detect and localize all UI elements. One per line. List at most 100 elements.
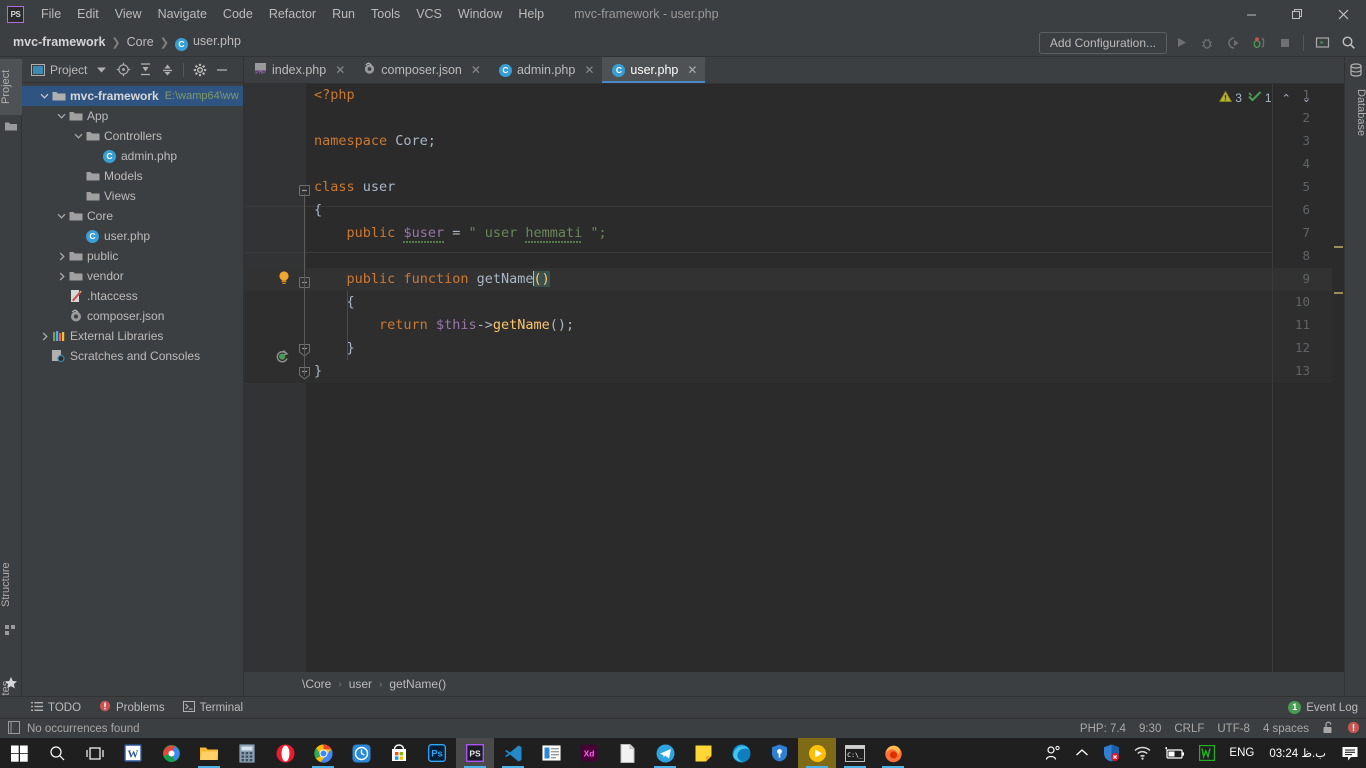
menu-edit[interactable]: Edit	[69, 4, 107, 24]
tool-button-todo[interactable]: TODO	[22, 697, 90, 719]
run-with-coverage-icon[interactable]	[1221, 31, 1245, 55]
menu-run[interactable]: Run	[324, 4, 363, 24]
calculator-icon[interactable]	[228, 738, 266, 768]
code-line-6[interactable]: {	[306, 199, 1344, 222]
restore-icon[interactable]	[1274, 0, 1320, 28]
intention-bulb-icon[interactable]	[277, 270, 291, 284]
people-icon[interactable]	[1038, 738, 1068, 768]
notifications-icon[interactable]	[1334, 738, 1366, 768]
vscode-icon[interactable]	[494, 738, 532, 768]
photoshop-icon[interactable]: Ps	[418, 738, 456, 768]
document-icon[interactable]	[608, 738, 646, 768]
sticky-notes-icon[interactable]	[684, 738, 722, 768]
taskbar-clock[interactable]: 03:24 ب.ظ	[1261, 746, 1334, 760]
profile-icon[interactable]	[1247, 31, 1271, 55]
menu-navigate[interactable]: Navigate	[150, 4, 215, 24]
run-icon[interactable]	[1169, 31, 1193, 55]
chevron-down-icon[interactable]	[55, 210, 68, 223]
gear-icon[interactable]	[190, 60, 210, 80]
menu-window[interactable]: Window	[450, 4, 510, 24]
chevron-right-icon[interactable]	[38, 330, 51, 343]
code-line-4[interactable]	[306, 153, 1344, 176]
expand-all-icon[interactable]	[135, 60, 155, 80]
word-icon[interactable]: W	[114, 738, 152, 768]
task-view-icon[interactable]	[76, 738, 114, 768]
tree-item-app[interactable]: App	[22, 106, 243, 126]
tree-item-controllers[interactable]: Controllers	[22, 126, 243, 146]
close-icon[interactable]	[1320, 0, 1366, 28]
code-line-11[interactable]: return $this->getName();	[306, 314, 1344, 337]
menu-vcs[interactable]: VCS	[408, 4, 450, 24]
tree-item-admin-php[interactable]: C admin.php	[22, 146, 243, 166]
status-indent[interactable]: 4 spaces	[1263, 723, 1309, 735]
code-line-10[interactable]: {	[306, 291, 1344, 314]
status-line-separator[interactable]: CRLF	[1174, 723, 1204, 735]
collapse-all-icon[interactable]	[157, 60, 177, 80]
tree-item-mvc-framework[interactable]: mvc-framework E:\wamp64\ww	[22, 86, 243, 106]
phpstorm-icon[interactable]: PS	[456, 738, 494, 768]
menu-tools[interactable]: Tools	[363, 4, 408, 24]
event-log-button[interactable]: 1 Event Log	[1288, 701, 1358, 714]
command-prompt-icon[interactable]: C:\_	[836, 738, 874, 768]
tree-item-scratches-and-consoles[interactable]: Scratches and Consoles	[22, 346, 243, 366]
editor-gutter[interactable]	[244, 84, 306, 696]
chevron-down-icon[interactable]	[38, 90, 51, 103]
breadcrumb-file[interactable]: Cuser.php	[172, 32, 244, 53]
tree-item-htaccess[interactable]: .htaccess	[22, 286, 243, 306]
tree-item-external-libraries[interactable]: External Libraries	[22, 326, 243, 346]
file-explorer-icon[interactable]	[190, 738, 228, 768]
firefox-icon[interactable]	[874, 738, 912, 768]
code-line-7[interactable]: public $user = " user hemmati ";	[306, 222, 1344, 245]
show-hidden-icons-icon[interactable]	[1068, 738, 1096, 768]
close-icon[interactable]: ✕	[471, 63, 481, 77]
chrome-icon[interactable]	[304, 738, 342, 768]
close-icon[interactable]: ✕	[335, 63, 345, 77]
adobe-xd-icon[interactable]: Xd	[570, 738, 608, 768]
battery-icon[interactable]	[1158, 738, 1192, 768]
tree-item-user-php[interactable]: C user.php	[22, 226, 243, 246]
breadcrumb-class[interactable]: user	[349, 677, 372, 691]
tree-item-models[interactable]: Models	[22, 166, 243, 186]
tree-item-composer-json[interactable]: composer.json	[22, 306, 243, 326]
status-encoding[interactable]: UTF-8	[1217, 723, 1250, 735]
tool-button-terminal[interactable]: Terminal	[174, 697, 252, 719]
notes-app-icon[interactable]	[532, 738, 570, 768]
chevron-down-icon[interactable]	[55, 110, 68, 123]
internet-download-manager-icon[interactable]	[152, 738, 190, 768]
clock-app-icon[interactable]	[342, 738, 380, 768]
editor-tab-index-php[interactable]: PHP index.php ✕	[244, 57, 353, 83]
status-php-version[interactable]: PHP: 7.4	[1080, 723, 1126, 735]
breadcrumb-project[interactable]: mvc-framework	[10, 33, 108, 51]
search-everywhere-icon[interactable]	[1336, 31, 1360, 55]
close-icon[interactable]: ✕	[584, 63, 594, 77]
chevron-right-icon[interactable]	[55, 270, 68, 283]
stop-icon[interactable]	[1273, 31, 1297, 55]
chevron-right-icon[interactable]	[55, 250, 68, 263]
code-line-1[interactable]: <?php	[306, 84, 1344, 107]
editor-tab-user-php[interactable]: C user.php ✕	[602, 57, 706, 83]
breadcrumb-core[interactable]: Core	[124, 33, 157, 51]
terminal-icon[interactable]	[1310, 31, 1334, 55]
code-line-2[interactable]	[306, 107, 1344, 130]
windows-security-icon[interactable]	[1096, 738, 1127, 768]
scrollbar-warning-marker[interactable]	[1334, 292, 1343, 294]
project-panel-title[interactable]: Project	[50, 63, 87, 77]
code-line-5[interactable]: class user	[306, 176, 1344, 199]
minimize-icon[interactable]	[1228, 0, 1274, 28]
editor-tab-admin-php[interactable]: C admin.php ✕	[489, 57, 602, 83]
language-indicator[interactable]: ENG	[1222, 738, 1261, 768]
code-editor[interactable]: 1 2 3 4 5 6 7 8 9 10 11 12 13 <?php name…	[244, 84, 1344, 696]
tree-item-public[interactable]: public	[22, 246, 243, 266]
opera-icon[interactable]	[266, 738, 304, 768]
code-line-8[interactable]	[306, 245, 1344, 268]
tool-button-problems[interactable]: Problems	[90, 697, 174, 719]
scrollbar-warning-marker[interactable]	[1334, 246, 1343, 248]
wampserver-icon[interactable]	[1192, 738, 1222, 768]
breadcrumb-method[interactable]: getName()	[389, 677, 446, 691]
next-highlight-icon[interactable]: ⌄	[1298, 92, 1315, 105]
hide-icon[interactable]	[212, 60, 232, 80]
start-button[interactable]	[0, 738, 38, 768]
status-caret-position[interactable]: 9:30	[1139, 723, 1161, 735]
error-icon[interactable]	[1347, 721, 1360, 737]
tool-tab-database[interactable]: Database	[1345, 81, 1366, 145]
